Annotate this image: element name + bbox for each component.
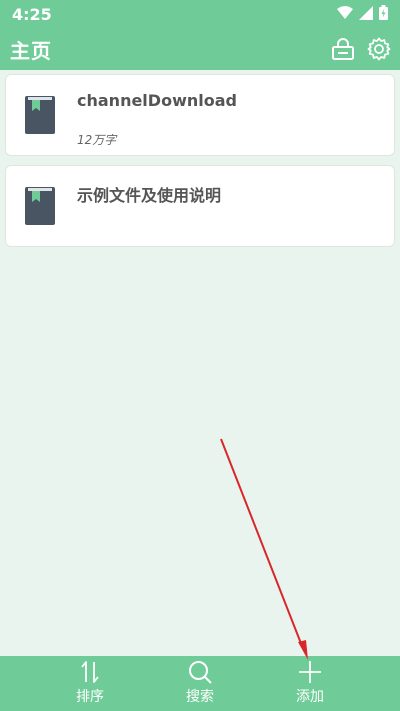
book-list: channelDownload 12万字 示例文件及使用说明	[5, 74, 395, 256]
signal-icon	[359, 5, 373, 24]
book-item[interactable]: 示例文件及使用说明	[5, 165, 395, 247]
settings-button[interactable]	[366, 36, 392, 62]
app-bar: 主页	[0, 28, 400, 70]
bottom-nav: 排序 搜索 添加	[0, 656, 400, 711]
add-button[interactable]: 添加	[275, 656, 345, 711]
search-icon	[189, 661, 212, 684]
nav-label: 排序	[76, 689, 104, 705]
book-icon	[25, 187, 55, 229]
nav-label: 搜索	[186, 689, 214, 705]
gear-icon	[367, 37, 391, 61]
plus-icon	[299, 661, 321, 683]
book-item[interactable]: channelDownload 12万字	[5, 74, 395, 156]
status-bar: 4:25	[0, 0, 400, 28]
app-actions	[330, 36, 392, 62]
status-time: 4:25	[12, 4, 52, 24]
book-icon	[25, 96, 55, 138]
battery-icon	[379, 4, 388, 24]
sort-icon	[81, 661, 99, 683]
wifi-icon	[337, 5, 353, 24]
book-title: 示例文件及使用说明	[77, 186, 222, 205]
sort-button[interactable]: 排序	[55, 656, 125, 711]
book-title: channelDownload	[77, 91, 237, 110]
book-word-count: 12万字	[77, 133, 117, 147]
nav-label: 添加	[296, 689, 324, 705]
search-button[interactable]: 搜索	[165, 656, 235, 711]
lock-icon	[332, 38, 354, 60]
page-title: 主页	[10, 38, 52, 63]
status-icons	[337, 4, 388, 24]
lock-button[interactable]	[330, 36, 356, 62]
